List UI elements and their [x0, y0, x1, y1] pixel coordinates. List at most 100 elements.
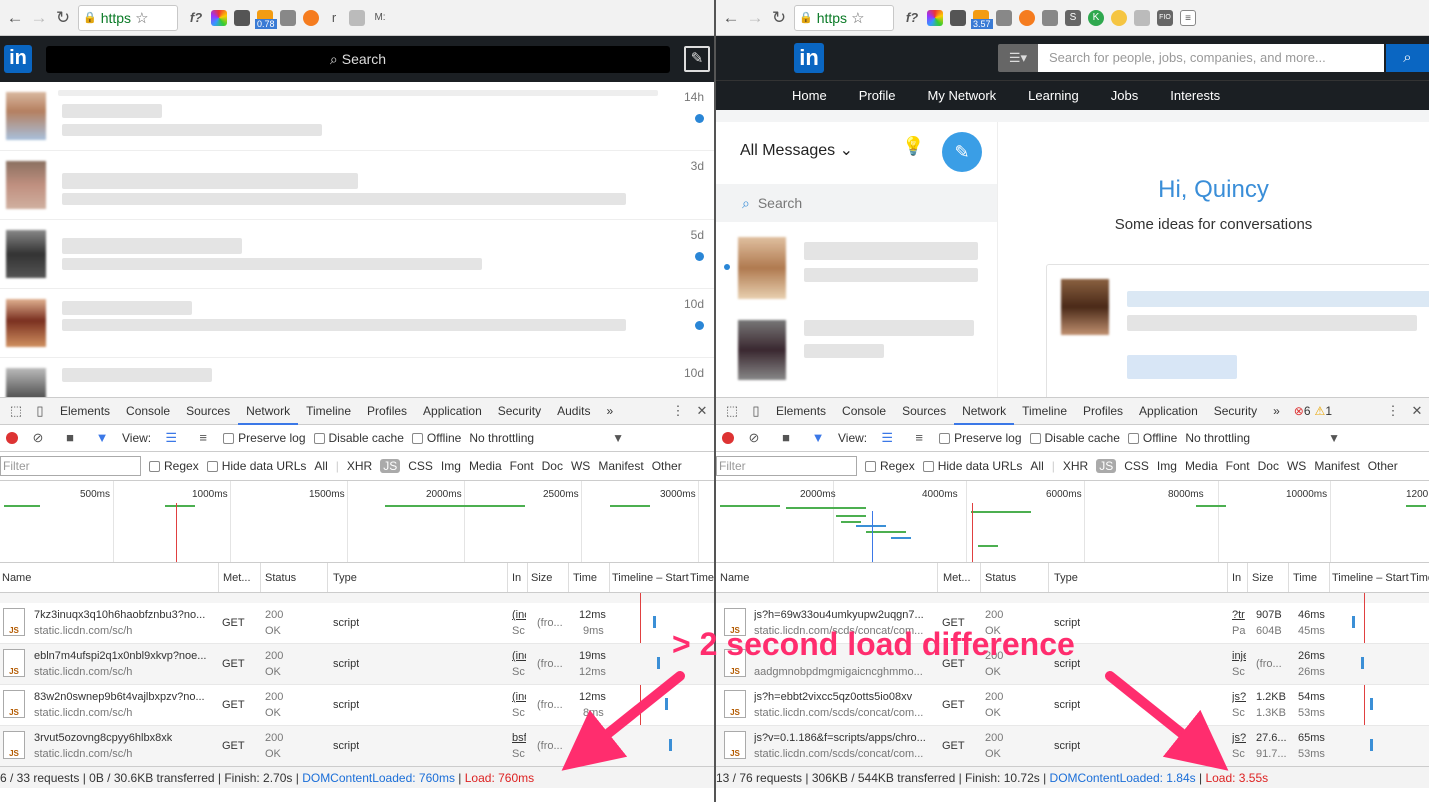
- type-filter-manifest[interactable]: Manifest: [598, 459, 643, 473]
- cookie-extension-icon[interactable]: [1111, 9, 1127, 26]
- reload-icon[interactable]: ↻: [770, 8, 788, 28]
- col-status[interactable]: Status: [985, 572, 1016, 584]
- cloud-extension-icon[interactable]: [1134, 9, 1150, 26]
- table-row[interactable]: JS js?v=0.1.186&f=scripts/apps/chro... s…: [716, 726, 1429, 767]
- table-row[interactable]: JS 83w2n0swnep9b6t4vajlbxpzv?no... stati…: [0, 685, 714, 726]
- tab-timeline[interactable]: Timeline: [1014, 398, 1075, 425]
- nav-learning[interactable]: Learning: [1028, 88, 1079, 103]
- bookmark-star-icon[interactable]: ☆: [851, 9, 864, 27]
- tab-security[interactable]: Security: [1206, 398, 1265, 425]
- fx-extension-icon[interactable]: f?: [904, 10, 920, 26]
- doc-extension-icon[interactable]: ≡: [1180, 9, 1196, 26]
- throttling-select[interactable]: No throttling: [469, 431, 534, 445]
- request-initiator[interactable]: ?tr: [1232, 609, 1246, 621]
- request-initiator[interactable]: js?: [1232, 732, 1246, 744]
- close-icon[interactable]: ✕: [1409, 403, 1425, 419]
- request-initiator[interactable]: js?: [1232, 691, 1246, 703]
- fio-extension-icon[interactable]: FIO: [1157, 9, 1173, 26]
- kebab-menu-icon[interactable]: ⋮: [1385, 403, 1401, 419]
- throttling-select[interactable]: No throttling: [1185, 431, 1250, 445]
- col-initiator[interactable]: In: [1232, 572, 1241, 584]
- tab-elements[interactable]: Elements: [768, 398, 834, 425]
- more-tabs-button[interactable]: »: [1265, 398, 1288, 425]
- tab-audits[interactable]: Audits: [549, 398, 598, 425]
- search-bar[interactable]: ⌕ Search: [46, 45, 670, 73]
- warning-count[interactable]: 1: [1325, 404, 1332, 418]
- waterfall-view-icon[interactable]: ≡: [195, 430, 211, 446]
- message-item[interactable]: 5d: [0, 220, 714, 289]
- chevron-down-icon[interactable]: ▼: [1328, 431, 1340, 445]
- tab-network[interactable]: Network: [954, 398, 1015, 425]
- address-bar[interactable]: 🔒 https ☆: [794, 4, 894, 31]
- search-icon[interactable]: ⌕: [1386, 44, 1429, 72]
- filter-icon[interactable]: ▼: [94, 430, 110, 446]
- col-method[interactable]: Met...: [223, 572, 251, 584]
- col-timeline[interactable]: Timeline – Start: [1332, 572, 1409, 584]
- message-item[interactable]: 14h: [0, 82, 714, 151]
- col-type[interactable]: Type: [1054, 572, 1078, 584]
- close-icon[interactable]: ✕: [694, 403, 710, 419]
- filter-input[interactable]: Filter: [716, 456, 857, 476]
- device-icon[interactable]: ▯: [32, 403, 48, 419]
- col-initiator[interactable]: In: [512, 572, 521, 584]
- type-filter-all[interactable]: All: [314, 459, 327, 473]
- type-filter-css[interactable]: CSS: [408, 459, 433, 473]
- type-filter-img[interactable]: Img: [441, 459, 461, 473]
- nav-interests[interactable]: Interests: [1170, 88, 1220, 103]
- type-filter-xhr[interactable]: XHR: [1063, 459, 1088, 473]
- camera-icon[interactable]: ■: [62, 430, 78, 446]
- table-row[interactable]: JS 3rvut5ozovng8cpyy6hlbx8xk static.licd…: [0, 726, 714, 767]
- user-extension-icon[interactable]: [349, 9, 365, 26]
- k-extension-icon[interactable]: K: [1088, 9, 1104, 26]
- tab-profiles[interactable]: Profiles: [359, 398, 415, 425]
- hide-data-urls-checkbox[interactable]: Hide data URLs: [922, 459, 1022, 473]
- offline-checkbox[interactable]: Offline: [1127, 431, 1177, 445]
- forward-icon[interactable]: →: [30, 8, 48, 28]
- menu-grid-icon[interactable]: ☰▾: [998, 44, 1038, 72]
- kebab-menu-icon[interactable]: ⋮: [670, 403, 686, 419]
- request-initiator[interactable]: (inc: [512, 650, 526, 662]
- bookmark-star-icon[interactable]: ☆: [135, 9, 148, 27]
- message-item[interactable]: 10d: [0, 358, 714, 397]
- col-method[interactable]: Met...: [943, 572, 971, 584]
- tab-application[interactable]: Application: [1131, 398, 1206, 425]
- table-row[interactable]: JS js?h=ebbt2vixcc5qz0otts5io08xv static…: [716, 685, 1429, 726]
- regex-checkbox[interactable]: Regex: [865, 459, 915, 473]
- type-filter-font[interactable]: Font: [510, 459, 534, 473]
- inspect-icon[interactable]: ⬚: [724, 403, 740, 419]
- nav-jobs[interactable]: Jobs: [1111, 88, 1138, 103]
- type-filter-xhr[interactable]: XHR: [347, 459, 372, 473]
- request-initiator[interactable]: (inc: [512, 691, 526, 703]
- all-messages-dropdown[interactable]: All Messages ⌄: [740, 140, 853, 160]
- tab-elements[interactable]: Elements: [52, 398, 118, 425]
- tab-sources[interactable]: Sources: [178, 398, 238, 425]
- type-filter-ws[interactable]: WS: [1287, 459, 1306, 473]
- tab-profiles[interactable]: Profiles: [1075, 398, 1131, 425]
- linkedin-logo[interactable]: in: [4, 45, 32, 73]
- clear-icon[interactable]: ⊘: [746, 430, 762, 446]
- m-extension-icon[interactable]: M:: [372, 10, 388, 26]
- col-time[interactable]: Time: [573, 572, 597, 584]
- screen-extension-icon[interactable]: [234, 9, 250, 26]
- nav-my-network[interactable]: My Network: [928, 88, 997, 103]
- regex-checkbox[interactable]: Regex: [149, 459, 199, 473]
- color-wheel-extension-icon[interactable]: [211, 9, 227, 26]
- conversation-search[interactable]: ⌕ Search: [716, 184, 997, 222]
- color-wheel-extension-icon[interactable]: [927, 9, 943, 26]
- back-icon[interactable]: ←: [6, 8, 24, 28]
- type-filter-all[interactable]: All: [1030, 459, 1043, 473]
- type-filter-js[interactable]: JS: [380, 459, 401, 473]
- preserve-log-checkbox[interactable]: Preserve log: [939, 431, 1022, 445]
- col-timeline-time[interactable]: Time: [1410, 572, 1429, 584]
- tab-network[interactable]: Network: [238, 398, 299, 425]
- type-filter-other[interactable]: Other: [1368, 459, 1398, 473]
- type-filter-other[interactable]: Other: [652, 459, 682, 473]
- list-view-icon[interactable]: ☰: [879, 430, 895, 446]
- camera-icon[interactable]: ■: [778, 430, 794, 446]
- type-filter-media[interactable]: Media: [469, 459, 502, 473]
- fx-extension-icon[interactable]: f?: [188, 10, 204, 26]
- request-initiator[interactable]: bsf: [512, 732, 526, 744]
- tab-application[interactable]: Application: [415, 398, 490, 425]
- filter-input[interactable]: Filter: [0, 456, 141, 476]
- col-size[interactable]: Size: [531, 572, 552, 584]
